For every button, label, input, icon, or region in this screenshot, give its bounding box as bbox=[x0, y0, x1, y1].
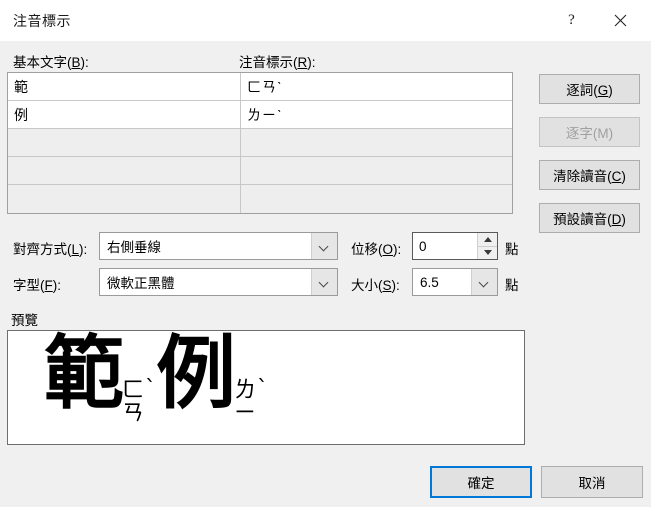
preview-base-char: 範 bbox=[44, 330, 124, 420]
title-bar: 注音標示 ? bbox=[0, 0, 651, 42]
phonetic-by-word-button[interactable]: 逐詞(G) bbox=[539, 74, 640, 104]
font-select[interactable]: 微軟正黑體 bbox=[99, 268, 338, 296]
alignment-label: 對齊方式(L): bbox=[13, 242, 88, 257]
font-label: 字型(F): bbox=[13, 278, 61, 293]
cancel-button-label: 取消 bbox=[578, 476, 606, 491]
ruby-text-label: 注音標示(R): bbox=[239, 55, 316, 70]
ruby-cell[interactable] bbox=[241, 157, 512, 184]
preview-base-char: 例 bbox=[156, 330, 237, 420]
offset-input[interactable]: 0 bbox=[413, 233, 477, 259]
phonetic-by-character-button[interactable]: 逐字(M) bbox=[539, 117, 640, 147]
table-row[interactable]: 例 ㄌㄧˋ bbox=[8, 101, 512, 129]
base-cell[interactable] bbox=[8, 185, 241, 213]
preview-ruby-tone: ˋ bbox=[257, 377, 269, 402]
ok-button-label: 確定 bbox=[467, 476, 495, 491]
ok-button[interactable]: 確定 bbox=[430, 466, 532, 498]
size-label: 大小(S): bbox=[351, 278, 400, 293]
help-button[interactable]: ? bbox=[549, 0, 594, 41]
base-cell[interactable]: 例 bbox=[8, 101, 241, 128]
close-button[interactable] bbox=[598, 0, 643, 41]
ruby-cell[interactable] bbox=[241, 129, 512, 156]
preview-ruby-initial: ㄌ bbox=[234, 378, 257, 403]
spin-up-icon[interactable] bbox=[478, 233, 497, 247]
button-label: 逐詞(G) bbox=[566, 83, 613, 98]
alignment-select[interactable]: 右側垂線 bbox=[99, 232, 338, 260]
chevron-down-icon[interactable] bbox=[311, 233, 337, 259]
ruby-cell[interactable]: ㄌㄧˋ bbox=[241, 101, 512, 128]
clear-reading-button[interactable]: 清除讀音(C) bbox=[539, 160, 640, 190]
base-cell[interactable]: 範 bbox=[8, 73, 241, 100]
preview-ruby-unit: 例 ㄌ ㄧ ˋ bbox=[156, 333, 268, 425]
preview-label: 預覽 bbox=[11, 313, 38, 328]
ruby-cell[interactable] bbox=[241, 185, 512, 213]
cancel-button[interactable]: 取消 bbox=[541, 466, 643, 498]
alignment-value: 右側垂線 bbox=[107, 240, 161, 255]
font-value: 微軟正黑體 bbox=[107, 276, 175, 291]
dialog-body: 基本文字(B): 注音標示(R): 範 ㄈㄢˋ 例 ㄌㄧˋ 逐詞(G) 逐字(M bbox=[0, 41, 651, 507]
preview-box: 範 ㄈ ㄢ ˋ 例 ㄌ ㄧ ˋ bbox=[7, 330, 525, 445]
ruby-cell[interactable]: ㄈㄢˋ bbox=[241, 73, 512, 100]
button-label: 預設讀音(D) bbox=[553, 212, 626, 227]
table-row[interactable] bbox=[8, 157, 512, 185]
base-text-label: 基本文字(B): bbox=[13, 55, 89, 70]
base-cell[interactable] bbox=[8, 157, 241, 184]
base-cell[interactable] bbox=[8, 129, 241, 156]
table-row[interactable] bbox=[8, 129, 512, 157]
preview-ruby-column: ㄌ ㄧ bbox=[234, 379, 256, 425]
size-select[interactable]: 6.5 bbox=[412, 268, 498, 296]
question-mark-icon: ? bbox=[568, 12, 575, 28]
ruby-grid[interactable]: 範 ㄈㄢˋ 例 ㄌㄧˋ bbox=[7, 72, 513, 214]
window-title: 注音標示 bbox=[13, 13, 71, 29]
spin-down-icon[interactable] bbox=[478, 246, 497, 259]
close-icon bbox=[614, 14, 627, 27]
offset-stepper[interactable]: 0 bbox=[412, 232, 498, 260]
offset-spin-buttons[interactable] bbox=[477, 233, 497, 259]
table-row[interactable] bbox=[8, 185, 512, 213]
preview-ruby-final: ㄢ bbox=[122, 401, 145, 427]
preview-ruby-marks: ㄌ ㄧ ˋ bbox=[234, 377, 269, 426]
preview-ruby-final: ㄧ bbox=[234, 401, 257, 427]
chevron-down-icon[interactable] bbox=[311, 269, 337, 295]
button-label: 清除讀音(C) bbox=[553, 169, 626, 184]
preview-ruby-tone: ˋ bbox=[145, 377, 157, 402]
preview-ruby-marks: ㄈ ㄢ ˋ bbox=[122, 377, 157, 426]
preview-ruby-initial: ㄈ bbox=[122, 378, 145, 403]
preview-ruby-unit: 範 ㄈ ㄢ ˋ bbox=[44, 333, 156, 425]
default-reading-button[interactable]: 預設讀音(D) bbox=[539, 203, 640, 233]
chevron-down-icon[interactable] bbox=[471, 269, 497, 295]
button-label: 逐字(M) bbox=[565, 126, 614, 141]
preview-content: 範 ㄈ ㄢ ˋ 例 ㄌ ㄧ ˋ bbox=[44, 333, 268, 425]
size-unit-label: 點 bbox=[505, 278, 519, 293]
offset-label: 位移(O): bbox=[351, 242, 402, 257]
offset-unit-label: 點 bbox=[505, 242, 519, 257]
size-value: 6.5 bbox=[420, 274, 439, 290]
table-row[interactable]: 範 ㄈㄢˋ bbox=[8, 73, 512, 101]
preview-ruby-column: ㄈ ㄢ bbox=[122, 379, 144, 425]
